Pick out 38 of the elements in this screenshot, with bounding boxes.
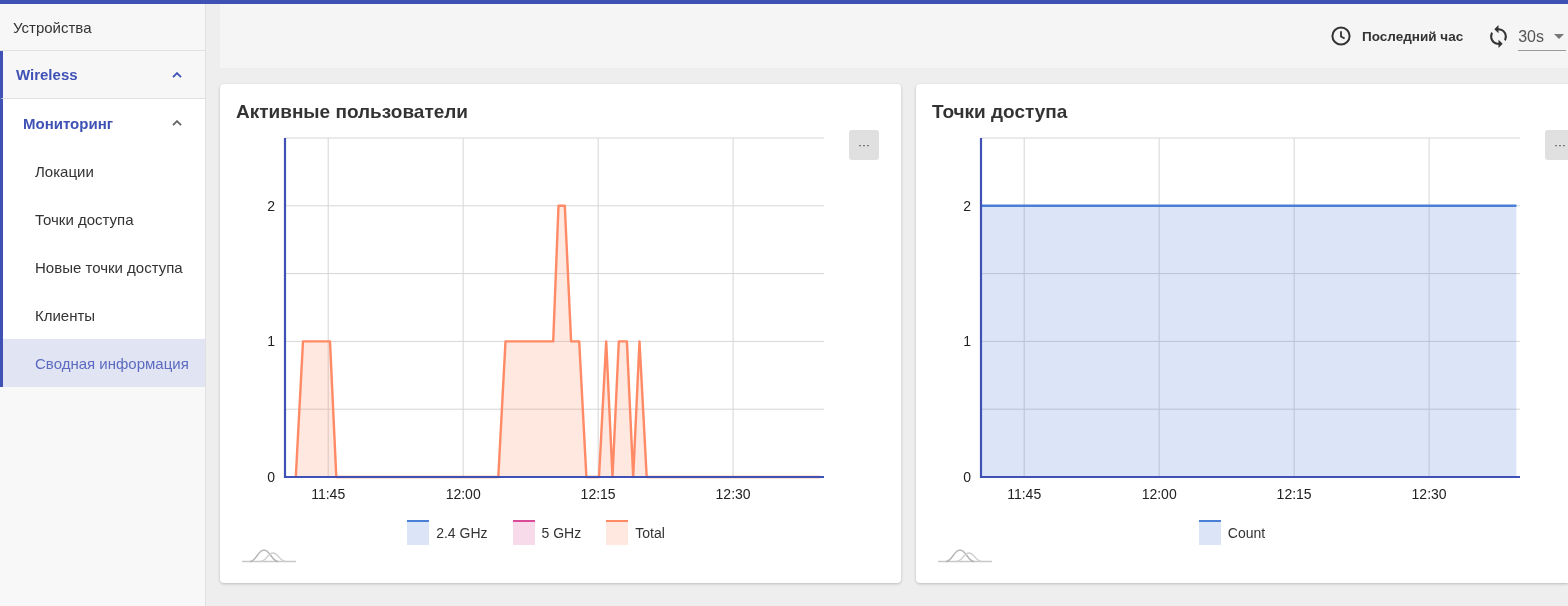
- x-tick-label: 12:30: [1411, 486, 1447, 502]
- y-tick-label: 2: [267, 197, 275, 214]
- clock-icon: [1331, 26, 1352, 46]
- x-tick-label: 12:00: [1141, 486, 1177, 502]
- x-tick-label: 11:45: [311, 486, 346, 502]
- card-title: Точки доступа: [932, 100, 1069, 124]
- legend-label: Count: [1227, 524, 1266, 541]
- sidebar-item[interactable]: Новые точки доступа: [0, 243, 205, 291]
- sidebar-item[interactable]: Сводная информация: [0, 339, 205, 387]
- caret-down-icon: [1554, 34, 1564, 39]
- more-button[interactable]: ···: [849, 130, 879, 160]
- y-tick-label: 0: [267, 469, 275, 485]
- legend-label: 5 GHz: [541, 524, 582, 541]
- x-tick-label: 12:30: [715, 486, 751, 502]
- bell-curves-icon: [242, 548, 296, 563]
- sidebar-item[interactable]: Wireless: [0, 51, 205, 99]
- time-range-button[interactable]: Последний час: [1331, 26, 1464, 46]
- sidebar-item[interactable]: Локации: [0, 147, 205, 195]
- card-title: Активные пользователи: [236, 100, 469, 124]
- chevron-up-icon[interactable]: [172, 120, 182, 126]
- x-tick-label: 12:15: [580, 486, 616, 502]
- y-tick-label: 1: [963, 333, 971, 350]
- x-tick-label: 12:15: [1276, 486, 1312, 502]
- x-tick-label: 11:45: [1007, 486, 1042, 502]
- x-tick-label: 12:00: [445, 486, 481, 502]
- sync-icon[interactable]: [1490, 24, 1508, 48]
- sidebar-item[interactable]: Мониторинг: [0, 99, 205, 147]
- sidebar-item[interactable]: Точки доступа: [0, 195, 205, 243]
- interval-select[interactable]: 30s: [1518, 25, 1566, 51]
- y-tick-label: 1: [267, 333, 275, 350]
- chevron-up-icon[interactable]: [172, 71, 182, 78]
- legend-label: Total: [635, 524, 665, 541]
- y-tick-label: 0: [963, 469, 971, 485]
- legend-label: 2.4 GHz: [436, 524, 488, 541]
- y-tick-label: 2: [963, 197, 971, 214]
- more-button[interactable]: ···: [1545, 130, 1568, 160]
- bell-curves-icon: [938, 548, 992, 563]
- sidebar-item[interactable]: Клиенты: [0, 291, 205, 339]
